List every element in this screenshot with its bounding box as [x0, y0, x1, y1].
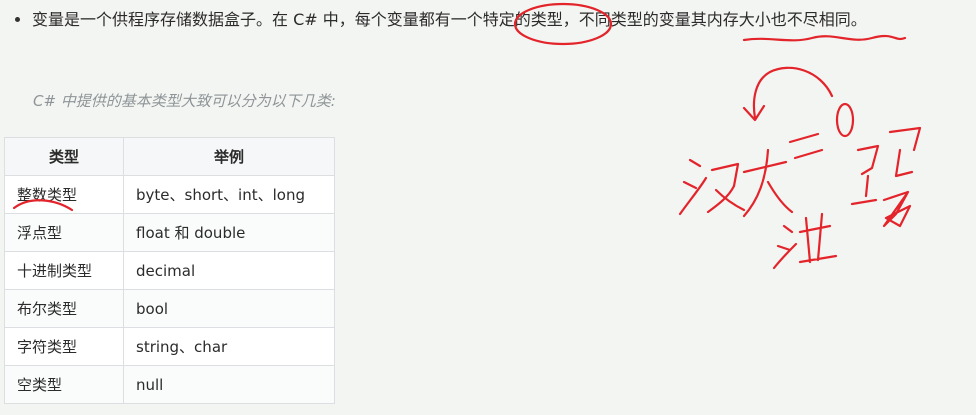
table-row: 空类型 null [4, 365, 335, 404]
bullet-paragraph: 变量是一个供程序存储数据盒子。在 C# 中，每个变量都有一个特定的类型，不同类型… [12, 6, 912, 33]
example-cell: string、char [123, 327, 335, 366]
type-cell: 整数类型 [4, 175, 124, 214]
type-cell: 空类型 [4, 365, 124, 404]
arrow-mark [752, 66, 834, 120]
type-cell: 浮点型 [4, 213, 124, 252]
column-header-example: 举例 [123, 137, 335, 176]
paragraph-text: 变量是一个供程序存储数据盒子。在 C# 中，每个变量都有一个特定的类型，不同类型… [32, 10, 867, 29]
bullet-dot [15, 17, 20, 22]
table-row: 十进制类型 decimal [4, 251, 335, 290]
table-row: 字符类型 string、char [4, 327, 335, 366]
type-cell: 十进制类型 [4, 251, 124, 290]
scribble-mark [678, 158, 746, 216]
scribble-mark [788, 132, 824, 160]
scribble-mark [850, 126, 922, 228]
arrow-head-mark [742, 104, 766, 122]
types-table: 类型 举例 整数类型 byte、short、int、long 浮点型 float… [4, 137, 335, 404]
type-cell: 布尔类型 [4, 289, 124, 328]
types-intro-note: C# 中提供的基本类型大致可以分为以下几类: [33, 92, 336, 110]
scribble-mark [835, 102, 855, 138]
document-page: 变量是一个供程序存储数据盒子。在 C# 中，每个变量都有一个特定的类型，不同类型… [0, 0, 976, 415]
example-cell: null [123, 365, 335, 404]
table-header-row: 类型 举例 [4, 137, 335, 176]
table-row: 整数类型 byte、short、int、long [4, 175, 335, 214]
table-row: 布尔类型 bool [4, 289, 335, 328]
scribble-mark [772, 212, 838, 270]
scribble-mark [884, 204, 912, 228]
example-cell: float 和 double [123, 213, 335, 252]
example-cell: byte、short、int、long [123, 175, 335, 214]
example-cell: bool [123, 289, 335, 328]
example-cell: decimal [123, 251, 335, 290]
scribble-mark [742, 148, 794, 218]
underline-mark [742, 34, 907, 42]
column-header-type: 类型 [4, 137, 124, 176]
table-row: 浮点型 float 和 double [4, 213, 335, 252]
type-cell: 字符类型 [4, 327, 124, 366]
